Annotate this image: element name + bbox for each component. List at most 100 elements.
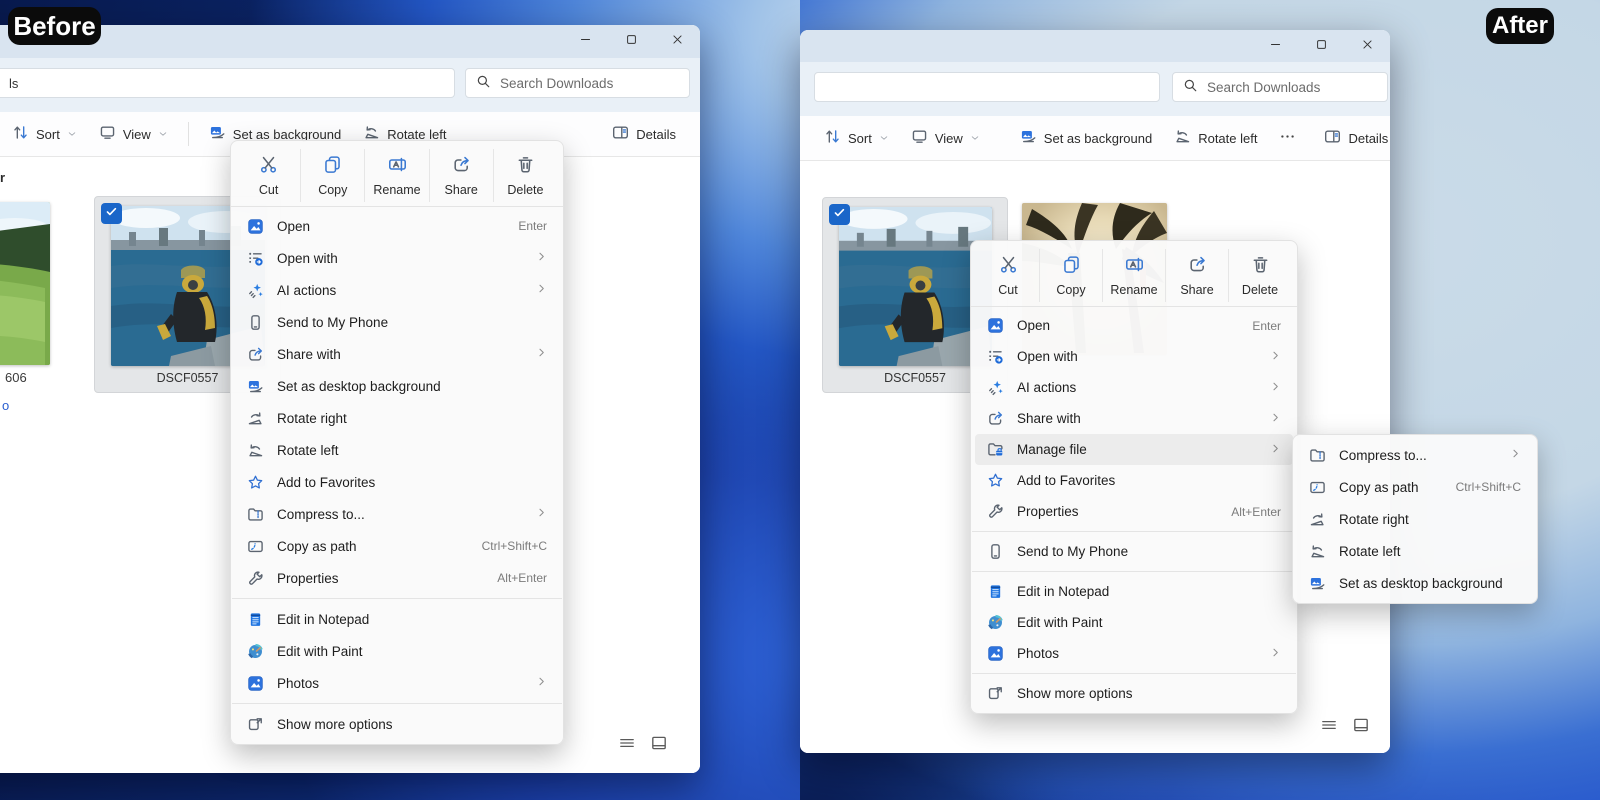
- menu-item-open-with[interactable]: Open with: [975, 341, 1293, 372]
- grid-view-icon[interactable]: [1352, 716, 1370, 739]
- scissors-icon: [259, 155, 278, 179]
- command-share[interactable]: Share: [429, 149, 493, 202]
- address-text: ls: [9, 76, 18, 91]
- menu-item-show-more-options[interactable]: Show more options: [975, 678, 1293, 709]
- toolbar-button-see-more[interactable]: [1271, 122, 1304, 154]
- toolbar-button-details[interactable]: Details: [1316, 122, 1390, 154]
- properties-icon: [985, 503, 1005, 520]
- menu-item-photos[interactable]: Photos: [235, 667, 559, 699]
- menu-item-photos[interactable]: Photos: [975, 638, 1293, 669]
- titlebar[interactable]: [0, 25, 700, 58]
- menu-item-show-more-options[interactable]: Show more options: [235, 708, 559, 740]
- menu-item-properties[interactable]: PropertiesAlt+Enter: [235, 562, 559, 594]
- list-view-icon[interactable]: [1320, 716, 1338, 739]
- menu-item-label: AI actions: [277, 283, 536, 298]
- menu-item-rotate-right[interactable]: Rotate right: [1297, 503, 1533, 535]
- minimize-button[interactable]: [1252, 30, 1298, 63]
- menu-item-set-as-desktop-background[interactable]: Set as desktop background: [1297, 567, 1533, 599]
- chevron-right-icon: [1270, 379, 1281, 397]
- photos-icon: [245, 675, 265, 692]
- command-cut[interactable]: Cut: [237, 149, 300, 202]
- trash-icon: [1251, 255, 1270, 279]
- menu-item-label: AI actions: [1017, 380, 1270, 395]
- photos-icon: [985, 645, 1005, 662]
- command-label: Delete: [507, 183, 543, 197]
- menu-item-rotate-right[interactable]: Rotate right: [235, 402, 559, 434]
- menu-item-add-to-favorites[interactable]: Add to Favorites: [235, 466, 559, 498]
- command-share[interactable]: Share: [1165, 249, 1228, 302]
- properties-icon: [245, 570, 265, 587]
- menu-item-rotate-left[interactable]: Rotate left: [235, 434, 559, 466]
- view-icon: [911, 128, 928, 148]
- toolbar-button-sort[interactable]: Sort: [4, 118, 85, 150]
- command-rename[interactable]: Rename: [1102, 249, 1165, 302]
- selection-checkbox[interactable]: [829, 204, 850, 225]
- golf-photo-thumbnail[interactable]: [0, 202, 50, 365]
- command-copy[interactable]: Copy: [1039, 249, 1102, 302]
- share-with-icon: [245, 346, 265, 363]
- check-icon: [105, 205, 118, 223]
- menu-item-send-to-my-phone[interactable]: Send to My Phone: [235, 306, 559, 338]
- menu-item-label: Open with: [277, 251, 536, 266]
- address-bar[interactable]: [814, 72, 1160, 102]
- menu-item-copy-as-path[interactable]: Copy as pathCtrl+Shift+C: [1297, 471, 1533, 503]
- search-input[interactable]: Search Downloads: [1172, 72, 1388, 102]
- menu-item-label: Add to Favorites: [1017, 473, 1281, 488]
- menu-item-label: Open with: [1017, 349, 1270, 364]
- grid-view-icon[interactable]: [650, 734, 668, 757]
- menu-item-add-to-favorites[interactable]: Add to Favorites: [975, 465, 1293, 496]
- command-rename[interactable]: Rename: [364, 149, 428, 202]
- menu-item-share-with[interactable]: Share with: [975, 403, 1293, 434]
- menu-item-send-to-my-phone[interactable]: Send to My Phone: [975, 536, 1293, 567]
- menu-item-compress-to[interactable]: Compress to...: [235, 498, 559, 530]
- chevron-right-icon: [1270, 410, 1281, 428]
- maximize-button[interactable]: [608, 25, 654, 58]
- titlebar[interactable]: [800, 30, 1390, 63]
- search-input[interactable]: Search Downloads: [465, 68, 690, 98]
- menu-separator: [972, 673, 1296, 674]
- menu-item-label: Open: [277, 219, 500, 234]
- manage-file-submenu: Compress to...Copy as pathCtrl+Shift+CRo…: [1292, 434, 1538, 604]
- minimize-button[interactable]: [562, 25, 608, 58]
- menu-item-shortcut: Ctrl+Shift+C: [482, 539, 547, 553]
- menu-item-compress-to[interactable]: Compress to...: [1297, 439, 1533, 471]
- menu-item-copy-as-path[interactable]: Copy as pathCtrl+Shift+C: [235, 530, 559, 562]
- maximize-button[interactable]: [1298, 30, 1344, 63]
- command-label: Cut: [998, 283, 1017, 297]
- menu-item-rotate-left[interactable]: Rotate left: [1297, 535, 1533, 567]
- menu-item-label: Manage file: [1017, 442, 1270, 457]
- menu-item-manage-file[interactable]: Manage file: [975, 434, 1293, 465]
- menu-item-open[interactable]: OpenEnter: [975, 310, 1293, 341]
- menu-item-ai-actions[interactable]: AI actions: [975, 372, 1293, 403]
- minimize-icon: [579, 33, 592, 51]
- close-button[interactable]: [654, 25, 700, 58]
- toolbar-button-sort[interactable]: Sort: [816, 122, 897, 154]
- toolbar-button-rotate-left[interactable]: Rotate left: [1166, 122, 1265, 154]
- menu-item-edit-in-notepad[interactable]: Edit in Notepad: [235, 603, 559, 635]
- toolbar-button-details[interactable]: Details: [604, 118, 684, 150]
- menu-item-open-with[interactable]: Open with: [235, 242, 559, 274]
- menu-item-set-as-desktop-background[interactable]: Set as desktop background: [235, 370, 559, 402]
- search-placeholder: Search Downloads: [1207, 80, 1320, 95]
- list-view-icon[interactable]: [618, 734, 636, 757]
- close-button[interactable]: [1344, 30, 1390, 63]
- ai-actions-icon: [985, 379, 1005, 396]
- toolbar-button-set-as-background[interactable]: Set as background: [1012, 122, 1160, 154]
- menu-item-properties[interactable]: PropertiesAlt+Enter: [975, 496, 1293, 527]
- menu-item-ai-actions[interactable]: AI actions: [235, 274, 559, 306]
- menu-item-edit-in-notepad[interactable]: Edit in Notepad: [975, 576, 1293, 607]
- menu-item-share-with[interactable]: Share with: [235, 338, 559, 370]
- toolbar-button-view[interactable]: View: [903, 122, 988, 154]
- command-copy[interactable]: Copy: [300, 149, 364, 202]
- link-fragment[interactable]: o: [2, 398, 9, 413]
- address-bar[interactable]: ls: [0, 68, 455, 98]
- command-cut[interactable]: Cut: [977, 249, 1039, 302]
- selection-checkbox[interactable]: [101, 203, 122, 224]
- command-delete[interactable]: Delete: [493, 149, 557, 202]
- chevron-down-icon: [970, 131, 980, 146]
- menu-item-edit-with-paint[interactable]: Edit with Paint: [235, 635, 559, 667]
- menu-item-edit-with-paint[interactable]: Edit with Paint: [975, 607, 1293, 638]
- toolbar-button-view[interactable]: View: [91, 118, 176, 150]
- command-delete[interactable]: Delete: [1228, 249, 1291, 302]
- menu-item-open[interactable]: OpenEnter: [235, 210, 559, 242]
